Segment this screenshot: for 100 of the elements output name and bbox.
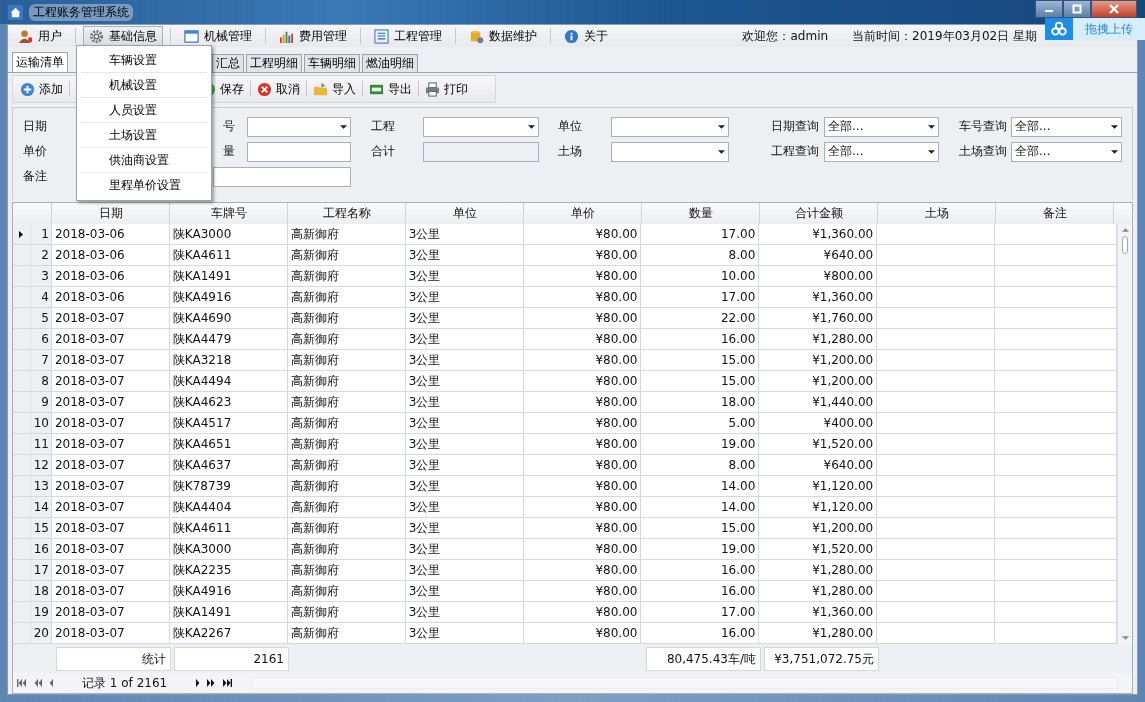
tab[interactable]: 车辆明细 bbox=[304, 54, 360, 72]
row-number: 15 bbox=[31, 518, 52, 538]
toolbar-button[interactable]: 打印 bbox=[421, 77, 472, 101]
next-page-icon[interactable] bbox=[206, 679, 217, 687]
field-label: 单价 bbox=[23, 143, 47, 160]
table-cell: 高新御府 bbox=[287, 434, 406, 454]
minimize-button[interactable] bbox=[1035, 0, 1063, 18]
menu-option[interactable]: 供油商设置 bbox=[81, 148, 207, 173]
caret-icon bbox=[928, 124, 935, 129]
table-cell: 3公里 bbox=[405, 245, 524, 265]
table-cell: 2018-03-07 bbox=[51, 392, 170, 412]
input-field[interactable] bbox=[247, 141, 351, 162]
welcome-text: 欢迎您：admin bbox=[742, 27, 829, 45]
scroll-down-icon[interactable] bbox=[1121, 636, 1129, 640]
dropdown-field[interactable]: 全部... bbox=[1011, 116, 1122, 137]
table-cell: ¥80.00 bbox=[523, 455, 642, 475]
menu-item[interactable]: 机械管理 bbox=[178, 26, 258, 46]
menu-option[interactable]: 土场设置 bbox=[81, 123, 207, 148]
dropdown-field[interactable]: 全部... bbox=[824, 141, 939, 162]
field-label: 工程查询 bbox=[771, 143, 819, 160]
previous-icon[interactable] bbox=[49, 679, 54, 687]
dropdown-field[interactable] bbox=[611, 141, 729, 162]
menu-item[interactable]: 基础信息 bbox=[83, 26, 163, 46]
tab[interactable]: 燃油明细 bbox=[362, 54, 418, 72]
menu-item[interactable]: 用户 bbox=[12, 26, 68, 46]
toolbar-button[interactable]: 导出 bbox=[365, 77, 416, 101]
last-page-icon[interactable] bbox=[222, 679, 233, 687]
tab[interactable]: 运输清单 bbox=[12, 52, 68, 72]
table-cell: 3公里 bbox=[405, 476, 524, 496]
next-icon[interactable] bbox=[195, 679, 201, 687]
table-cell: 2018-03-07 bbox=[51, 476, 170, 496]
table-cell: 2018-03-07 bbox=[51, 455, 170, 475]
table-cell: 3公里 bbox=[405, 560, 524, 580]
dropdown-field[interactable]: 全部... bbox=[1011, 141, 1122, 162]
table-cell: 3公里 bbox=[405, 581, 524, 601]
house-icon bbox=[8, 4, 23, 20]
maximize-button[interactable] bbox=[1063, 0, 1091, 18]
table-cell: 2018-03-07 bbox=[51, 329, 170, 349]
menu-option[interactable]: 车辆设置 bbox=[81, 48, 207, 73]
field-label: 车号查询 bbox=[959, 118, 1007, 135]
row-number: 10 bbox=[31, 413, 52, 433]
scroll-up-icon[interactable] bbox=[1121, 228, 1129, 232]
toolbar-button[interactable]: 添加 bbox=[16, 77, 67, 101]
row-number: 7 bbox=[31, 350, 52, 370]
row-number: 1 bbox=[31, 224, 52, 244]
previous-page-icon[interactable] bbox=[33, 679, 43, 687]
table-cell: 高新御府 bbox=[287, 329, 406, 349]
menu-option[interactable]: 机械设置 bbox=[81, 73, 207, 98]
table-cell: 10.00 bbox=[641, 266, 760, 286]
table-cell: 高新御府 bbox=[287, 224, 406, 244]
table-cell: 17.00 bbox=[641, 602, 760, 622]
table-cell: 高新御府 bbox=[287, 413, 406, 433]
scroll-thumb[interactable] bbox=[1122, 236, 1128, 254]
add-icon bbox=[20, 81, 35, 97]
table-cell: 高新御府 bbox=[287, 392, 406, 412]
table-cell: ¥80.00 bbox=[523, 581, 642, 601]
menu-item[interactable]: 关于 bbox=[558, 26, 614, 46]
table-cell: 3公里 bbox=[405, 350, 524, 370]
menu-option[interactable]: 人员设置 bbox=[81, 98, 207, 123]
toolbar-button[interactable]: 导入 bbox=[309, 77, 360, 101]
folder-icon bbox=[313, 81, 328, 97]
info-icon bbox=[564, 28, 579, 44]
tab[interactable]: 汇总 bbox=[212, 54, 244, 72]
table-cell: ¥640.00 bbox=[759, 455, 878, 475]
menu-option[interactable]: 里程单价设置 bbox=[81, 173, 207, 198]
table-cell: ¥1,120.00 bbox=[759, 497, 878, 517]
dropdown-field[interactable] bbox=[611, 116, 729, 137]
menu-item[interactable]: 费用管理 bbox=[273, 26, 353, 46]
menu-item[interactable]: 数据维护 bbox=[463, 26, 543, 46]
dropdown-field[interactable] bbox=[423, 116, 539, 137]
table-cell: 16.00 bbox=[641, 329, 760, 349]
cancel-icon bbox=[257, 81, 272, 97]
menu-item[interactable]: 工程管理 bbox=[368, 26, 448, 46]
table-cell: 高新御府 bbox=[287, 560, 406, 580]
toolbar-button[interactable]: 取消 bbox=[253, 77, 304, 101]
table-cell: 高新御府 bbox=[287, 518, 406, 538]
table-cell: 陕K78739 bbox=[169, 476, 288, 496]
first-page-icon[interactable] bbox=[17, 679, 27, 687]
table-cell: 16.00 bbox=[641, 581, 760, 601]
dropdown-field[interactable]: 全部... bbox=[824, 116, 939, 137]
table-cell: 8.00 bbox=[641, 245, 760, 265]
field-label: 备注 bbox=[23, 168, 47, 185]
close-button[interactable] bbox=[1091, 0, 1137, 18]
table-cell: 高新御府 bbox=[287, 287, 406, 307]
table-cell: ¥80.00 bbox=[523, 392, 642, 412]
scrollbar[interactable] bbox=[1117, 224, 1132, 644]
table-cell: 3公里 bbox=[405, 623, 524, 643]
row-number: 8 bbox=[31, 371, 52, 391]
table-cell: 2018-03-07 bbox=[51, 602, 170, 622]
row-header[interactable] bbox=[13, 224, 31, 244]
input-field[interactable] bbox=[213, 166, 351, 187]
table-cell: 3公里 bbox=[405, 413, 524, 433]
table-cell: ¥1,200.00 bbox=[759, 518, 878, 538]
dropdown-field[interactable] bbox=[247, 116, 351, 137]
row-number: 3 bbox=[31, 266, 52, 286]
table-cell: 陕KA4637 bbox=[169, 455, 288, 475]
table-cell: ¥1,200.00 bbox=[759, 350, 878, 370]
table-cell: 高新御府 bbox=[287, 455, 406, 475]
tab[interactable]: 工程明细 bbox=[246, 54, 302, 72]
table-cell: 2018-03-07 bbox=[51, 539, 170, 559]
